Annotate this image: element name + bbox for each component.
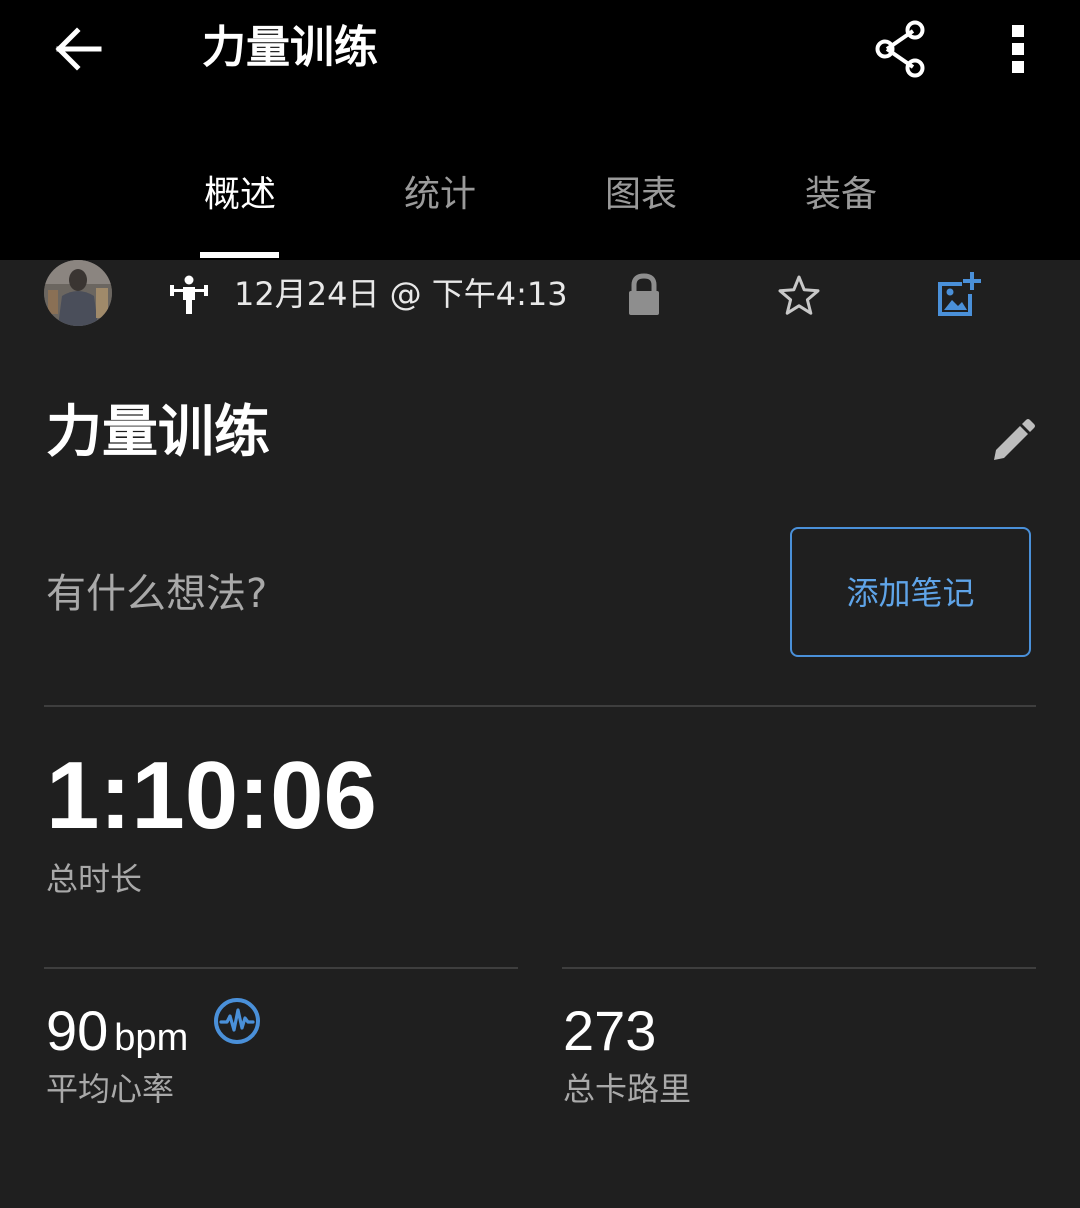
total-calories-label: 总卡路里 [563, 1070, 692, 1108]
tab-charts[interactable]: 图表 [571, 150, 711, 260]
add-note-button[interactable]: 添加笔记 [790, 527, 1031, 657]
arrow-left-icon [55, 27, 102, 71]
total-calories-value: 273 [563, 999, 657, 1062]
more-options-button[interactable] [988, 14, 1048, 84]
more-vertical-icon [1012, 25, 1024, 73]
divider [562, 967, 1036, 969]
back-button[interactable] [40, 14, 116, 84]
avg-heart-rate-label: 平均心率 [46, 1070, 175, 1108]
lock-icon[interactable] [624, 272, 664, 316]
avg-heart-rate-unit: bpm [114, 1017, 189, 1059]
avg-heart-rate-number: 90 [46, 999, 109, 1062]
app-title: 力量训练 [202, 22, 378, 73]
strength-training-icon [170, 275, 208, 314]
tab-gear[interactable]: 装备 [771, 150, 911, 260]
notes-prompt: 有什么想法? [46, 571, 268, 617]
tab-bar: 概述 统计 图表 装备 [0, 150, 1080, 260]
total-duration-label: 总时长 [46, 860, 143, 898]
total-duration-value: 1:10:06 [46, 742, 377, 849]
pencil-icon[interactable] [986, 412, 1040, 466]
star-outline-icon[interactable] [776, 272, 822, 318]
active-tab-indicator [200, 252, 279, 258]
share-button[interactable] [866, 14, 936, 84]
tab-stats[interactable]: 统计 [370, 150, 510, 260]
avatar-photo [44, 260, 112, 326]
tab-overview[interactable]: 概述 [170, 150, 310, 260]
add-photo-icon[interactable] [932, 270, 982, 320]
divider [44, 705, 1036, 707]
activity-meta-row: 12月24日 @ 下午4:13 [0, 260, 1080, 330]
activity-name: 力量训练 [46, 400, 270, 465]
share-icon [875, 20, 925, 78]
avatar[interactable] [44, 260, 112, 326]
heart-rate-wave-icon[interactable] [212, 996, 262, 1046]
avg-heart-rate-value: 90 bpm [46, 998, 188, 1079]
divider [44, 967, 518, 969]
app-bar: 力量训练 概述 统计 图表 装备 [0, 0, 1080, 260]
activity-datetime: 12月24日 @ 下午4:13 [234, 275, 568, 313]
